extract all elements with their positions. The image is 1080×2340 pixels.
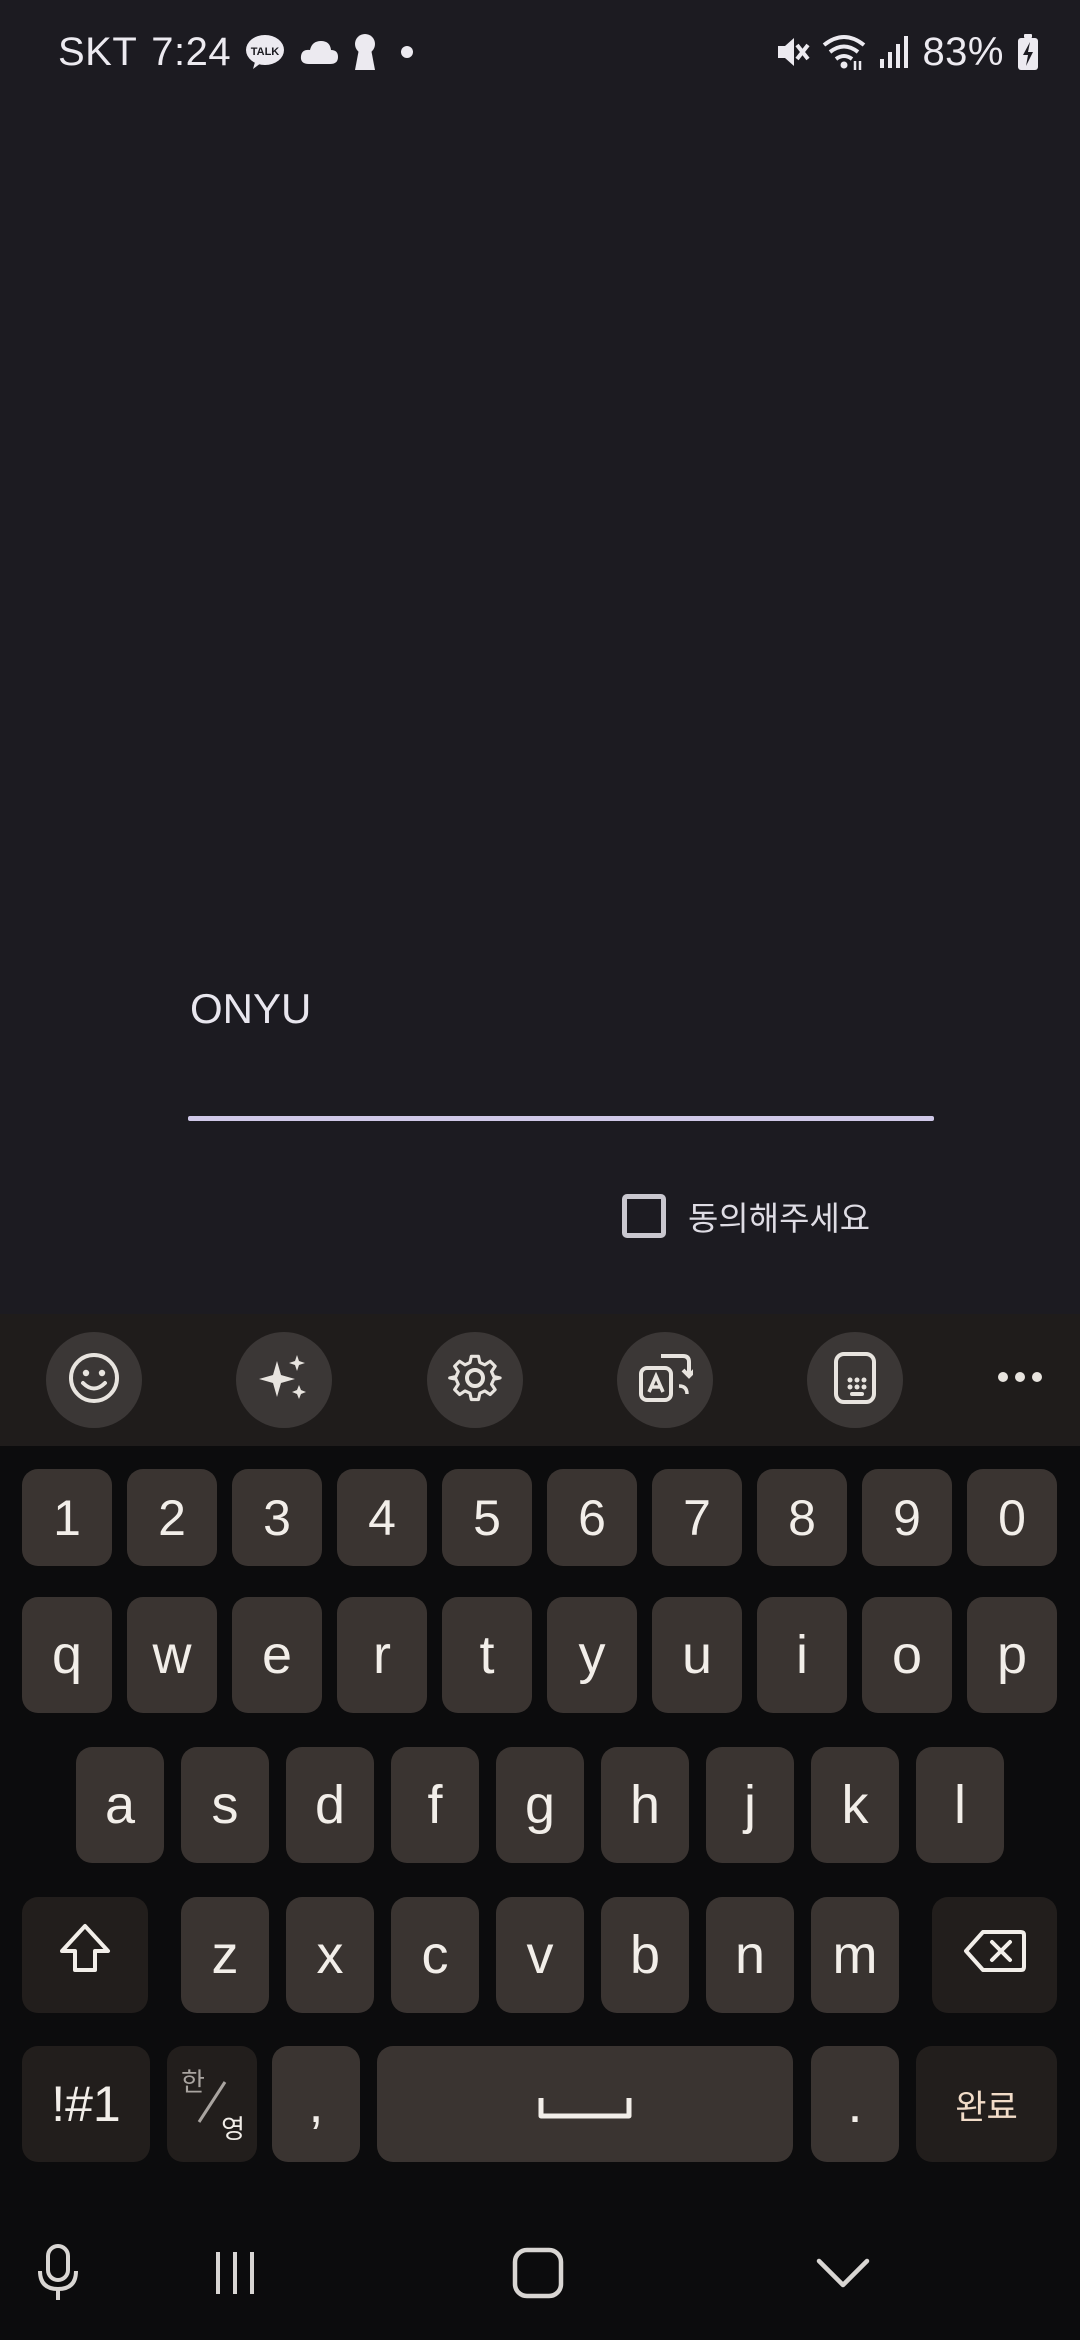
recents-button[interactable] bbox=[205, 2245, 265, 2305]
done-key[interactable]: 완료 bbox=[916, 2046, 1057, 2162]
key-f[interactable]: f bbox=[391, 1747, 479, 1863]
key-g[interactable]: g bbox=[496, 1747, 584, 1863]
key-4[interactable]: 4 bbox=[337, 1469, 427, 1566]
mic-icon bbox=[35, 2243, 81, 2308]
key-i[interactable]: i bbox=[757, 1597, 847, 1713]
carrier-label: SKT bbox=[58, 29, 138, 74]
key-c[interactable]: c bbox=[391, 1897, 479, 2013]
name-input-underline[interactable] bbox=[188, 1116, 934, 1121]
key-y[interactable]: y bbox=[547, 1597, 637, 1713]
one-hand-keyboard-button[interactable] bbox=[807, 1332, 903, 1428]
key-r[interactable]: r bbox=[337, 1597, 427, 1713]
translate-icon bbox=[637, 1350, 697, 1411]
mute-icon bbox=[774, 34, 811, 70]
shift-icon bbox=[58, 1922, 112, 1989]
key-5[interactable]: 5 bbox=[442, 1469, 532, 1566]
key-x[interactable]: x bbox=[286, 1897, 374, 2013]
one-hand-keyboard-icon bbox=[830, 1350, 880, 1411]
key-l[interactable]: l bbox=[916, 1747, 1004, 1863]
key-o[interactable]: o bbox=[862, 1597, 952, 1713]
key-0[interactable]: 0 bbox=[967, 1469, 1057, 1566]
key-m[interactable]: m bbox=[811, 1897, 899, 2013]
home-button[interactable] bbox=[505, 2245, 571, 2305]
keyboard-settings-button[interactable] bbox=[427, 1332, 523, 1428]
battery-percent: 83% bbox=[922, 29, 1004, 74]
key-7[interactable]: 7 bbox=[652, 1469, 742, 1566]
svg-text:TALK: TALK bbox=[251, 46, 280, 58]
keyboard-toolbar bbox=[0, 1314, 1080, 1446]
key-j[interactable]: j bbox=[706, 1747, 794, 1863]
name-input-value[interactable]: ONYU bbox=[190, 985, 311, 1033]
key-s[interactable]: s bbox=[181, 1747, 269, 1863]
backspace-icon bbox=[963, 1924, 1027, 1986]
emoji-icon bbox=[67, 1351, 121, 1410]
status-right: 83% bbox=[774, 24, 1040, 80]
key-u[interactable]: u bbox=[652, 1597, 742, 1713]
space-icon bbox=[537, 2073, 633, 2135]
battery-charging-icon bbox=[1016, 33, 1040, 71]
more-button[interactable] bbox=[990, 1354, 1050, 1404]
keyhole-icon bbox=[353, 33, 377, 71]
key-e[interactable]: e bbox=[232, 1597, 322, 1713]
sparkle-icon bbox=[257, 1351, 311, 1410]
lang-english-label: 영 bbox=[221, 2115, 245, 2145]
agree-checkbox[interactable] bbox=[622, 1194, 666, 1238]
key-h[interactable]: h bbox=[601, 1747, 689, 1863]
key-8[interactable]: 8 bbox=[757, 1469, 847, 1566]
key-v[interactable]: v bbox=[496, 1897, 584, 2013]
navigation-bar bbox=[0, 2210, 1080, 2340]
key-n[interactable]: n bbox=[706, 1897, 794, 2013]
keyboard: 1 2 3 4 5 6 7 8 9 0 q w e r t y u i o p … bbox=[0, 1314, 1080, 2340]
key-p[interactable]: p bbox=[967, 1597, 1057, 1713]
period-key[interactable]: . bbox=[811, 2046, 899, 2162]
settings-icon bbox=[447, 1350, 503, 1411]
key-k[interactable]: k bbox=[811, 1747, 899, 1863]
key-q[interactable]: q bbox=[22, 1597, 112, 1713]
back-icon bbox=[815, 2256, 871, 2295]
home-icon bbox=[511, 2246, 565, 2305]
key-a[interactable]: a bbox=[76, 1747, 164, 1863]
agree-checkbox-row[interactable]: 동의해주세요 bbox=[622, 1190, 870, 1242]
key-6[interactable]: 6 bbox=[547, 1469, 637, 1566]
key-2[interactable]: 2 bbox=[127, 1469, 217, 1566]
dot-icon bbox=[391, 45, 419, 59]
more-icon bbox=[997, 1370, 1043, 1388]
emoji-button[interactable] bbox=[46, 1332, 142, 1428]
key-d[interactable]: d bbox=[286, 1747, 374, 1863]
language-switch-key[interactable]: 한 영 bbox=[167, 2046, 257, 2162]
clock: 7:24 bbox=[151, 29, 232, 74]
agree-checkbox-label[interactable]: 동의해주세요 bbox=[688, 1192, 870, 1240]
cloud-icon bbox=[299, 38, 339, 66]
space-key[interactable] bbox=[377, 2046, 793, 2162]
key-z[interactable]: z bbox=[181, 1897, 269, 2013]
key-3[interactable]: 3 bbox=[232, 1469, 322, 1566]
back-button[interactable] bbox=[810, 2245, 876, 2305]
translate-button[interactable] bbox=[617, 1332, 713, 1428]
recents-icon bbox=[210, 2248, 260, 2303]
signal-icon bbox=[878, 35, 910, 69]
backspace-key[interactable] bbox=[932, 1897, 1057, 2013]
kakaotalk-icon: TALK bbox=[245, 34, 285, 70]
symbols-key[interactable]: !#1 bbox=[22, 2046, 150, 2162]
key-t[interactable]: t bbox=[442, 1597, 532, 1713]
shift-key[interactable] bbox=[22, 1897, 148, 2013]
wifi-icon bbox=[822, 33, 866, 71]
key-w[interactable]: w bbox=[127, 1597, 217, 1713]
key-9[interactable]: 9 bbox=[862, 1469, 952, 1566]
status-left: SKT 7:24 TALK bbox=[58, 24, 419, 80]
key-1[interactable]: 1 bbox=[22, 1469, 112, 1566]
comma-key[interactable]: , bbox=[272, 2046, 360, 2162]
ai-writing-button[interactable] bbox=[236, 1332, 332, 1428]
voice-input-button[interactable] bbox=[28, 2240, 88, 2310]
key-b[interactable]: b bbox=[601, 1897, 689, 2013]
status-bar: SKT 7:24 TALK 83% bbox=[0, 0, 1080, 100]
